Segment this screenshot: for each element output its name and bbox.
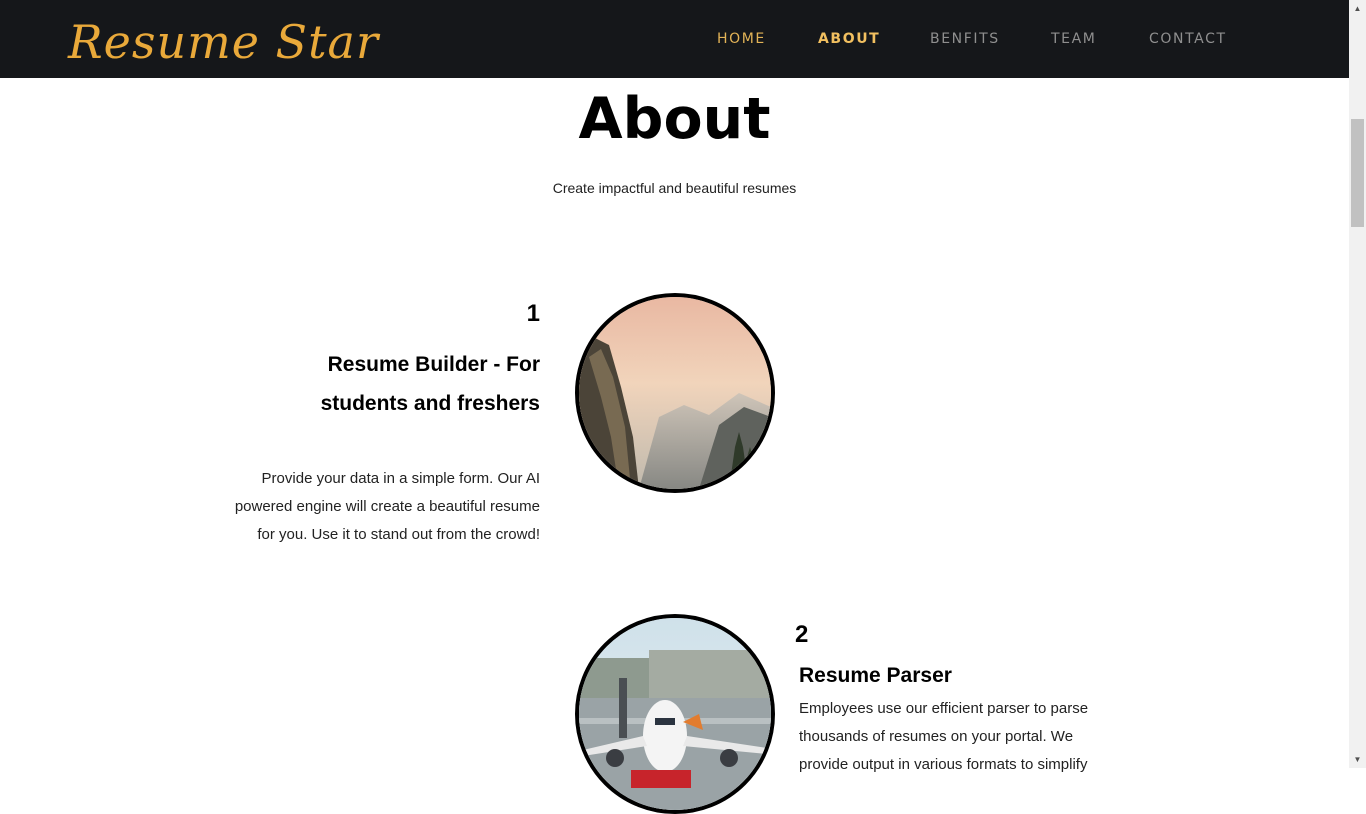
item-2-number: 2 [795,621,809,648]
scroll-down-arrow-icon[interactable]: ▼ [1349,751,1366,768]
brand-logo[interactable]: Resume Star [68,12,379,72]
nav-home[interactable]: HOME [717,29,766,49]
top-navbar: Resume Star HOME ABOUT BENFITS TEAM CONT… [0,0,1349,78]
item-2-heading: Resume Parser [799,664,952,687]
mountain-valley-image [579,297,771,489]
nav-about[interactable]: ABOUT [818,29,880,49]
item-1-number: 1 [526,300,540,327]
nav-contact[interactable]: CONTACT [1149,29,1227,49]
about-subtitle: Create impactful and beautiful resumes [552,180,797,196]
item-1-image [575,293,775,493]
airplane-image [579,618,771,810]
scroll-up-arrow-icon[interactable]: ▲ [1349,0,1366,17]
item-1-description: Provide your data in a simple form. Our … [234,470,540,543]
vertical-scrollbar[interactable]: ▲ ▼ [1349,0,1366,768]
item-1-heading: Resume Builder - For students and freshe… [320,353,540,415]
about-title: About [578,86,771,152]
item-2-description: Employees use our efficient parser to pa… [799,700,1089,773]
item-2-image [575,614,775,814]
scrollbar-thumb[interactable] [1351,119,1364,227]
nav-benefits[interactable]: BENFITS [930,29,1000,49]
nav-team[interactable]: TEAM [1051,29,1096,49]
